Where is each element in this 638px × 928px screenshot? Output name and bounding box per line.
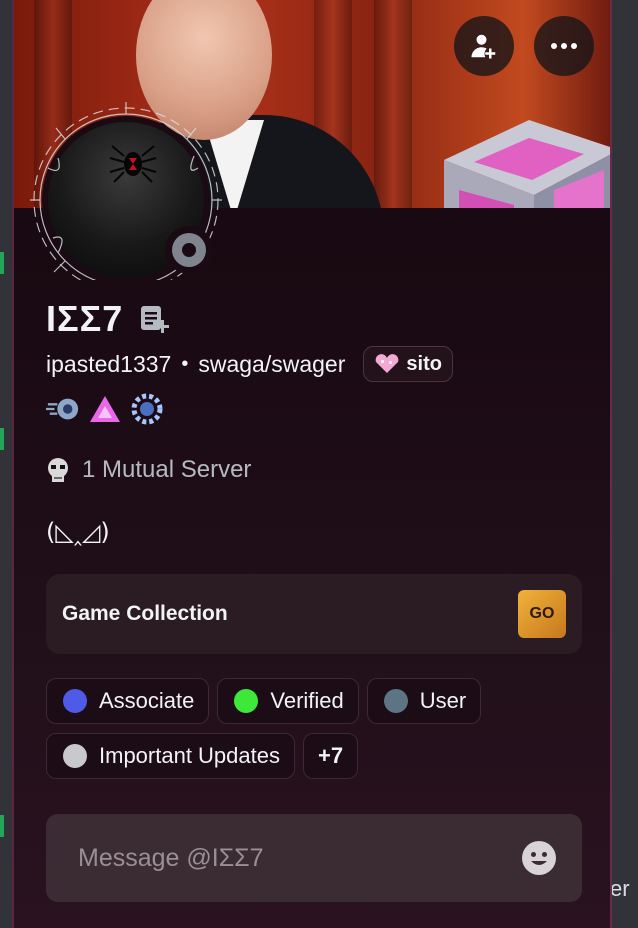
game-collection-label: Game Collection	[62, 602, 228, 625]
bio: (◺‸◿)	[46, 518, 110, 546]
background-app-left	[0, 0, 12, 928]
role-color-dot	[63, 744, 87, 768]
role-chip[interactable]: User	[366, 678, 482, 724]
mutual-servers-label: 1 Mutual Server	[82, 456, 252, 483]
unread-marker	[0, 428, 4, 450]
role-label: User	[419, 688, 467, 713]
clan-tag-label: sito	[406, 352, 442, 375]
nitro-badge[interactable]	[46, 392, 80, 426]
role-color-dot	[234, 689, 259, 713]
role-chip[interactable]: Verified	[217, 678, 359, 724]
emoji-button[interactable]	[522, 841, 556, 875]
enchanting-cube-icon	[444, 120, 610, 208]
add-friend-button[interactable]	[454, 16, 514, 76]
more-roles-button[interactable]: +7	[302, 733, 359, 779]
background-app-right: er	[610, 0, 638, 928]
server-icon	[48, 458, 68, 482]
unread-marker	[0, 252, 4, 274]
message-box[interactable]	[46, 814, 582, 902]
server-booster-badge[interactable]	[130, 392, 164, 426]
role-label: Associate	[99, 688, 195, 713]
role-color-dot	[63, 689, 87, 713]
emoji-smile-icon	[523, 842, 555, 874]
profile-popout: ΙΣΣ7 ipasted1337 • swaga/swager sito 1 M…	[12, 0, 612, 928]
more-icon	[551, 43, 577, 49]
role-list: Associate Verified User Important Updates +7	[46, 678, 586, 779]
mutual-servers[interactable]: 1 Mutual Server	[46, 456, 251, 484]
display-name: ΙΣΣ7	[46, 298, 124, 339]
role-color-dot	[383, 689, 408, 713]
heart-icon	[376, 354, 399, 373]
background-text: er	[610, 876, 630, 901]
hypesquad-badge-icon	[90, 396, 120, 422]
laurel-badge-icon	[131, 393, 163, 425]
csgo-game-icon-text: GO	[529, 605, 555, 622]
add-note-icon[interactable]	[138, 304, 172, 334]
role-label: Important Updates	[99, 743, 280, 768]
unread-marker	[0, 815, 4, 837]
badge-list	[46, 392, 164, 426]
add-friend-icon	[471, 34, 496, 59]
status-indicator	[165, 226, 213, 274]
username[interactable]: ipasted1337	[46, 351, 171, 378]
separator: •	[181, 352, 189, 375]
username-row: ipasted1337 • swaga/swager sito	[46, 346, 453, 382]
pronouns: swaga/swager	[198, 350, 346, 377]
csgo-game-icon[interactable]: GO	[518, 590, 566, 638]
more-options-button[interactable]	[534, 16, 594, 76]
hypesquad-badge[interactable]	[88, 392, 122, 426]
role-chip[interactable]: Important Updates	[46, 733, 295, 779]
nitro-badge-icon	[46, 398, 79, 420]
clan-tag[interactable]: sito	[363, 346, 453, 382]
role-chip[interactable]: Associate	[46, 678, 210, 724]
role-label: Verified	[270, 688, 344, 713]
game-collection[interactable]: Game Collection GO	[46, 574, 582, 654]
avatar[interactable]	[28, 98, 224, 284]
message-input[interactable]	[76, 842, 480, 874]
